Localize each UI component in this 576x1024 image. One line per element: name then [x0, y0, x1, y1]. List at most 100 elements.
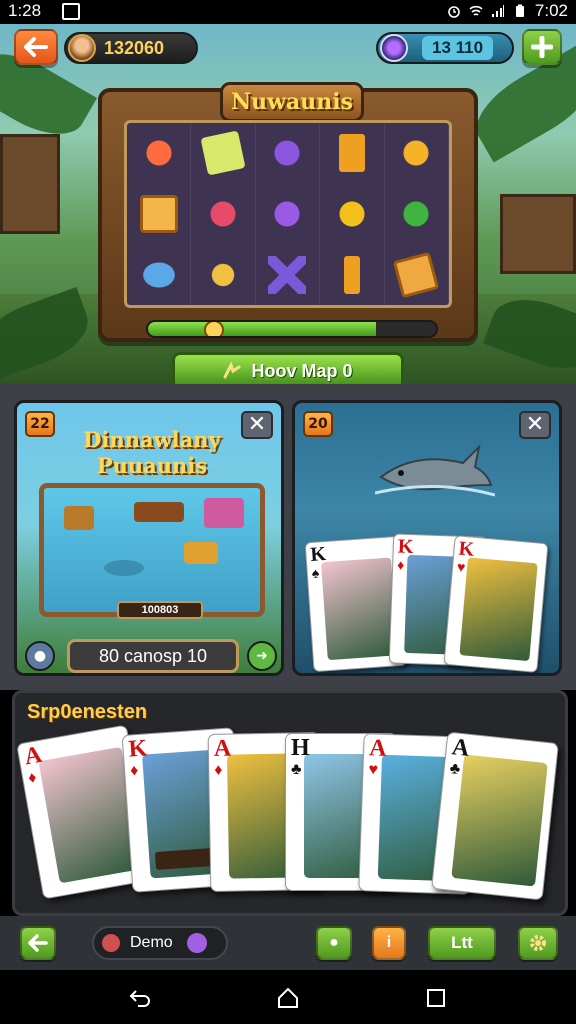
- card-rank: H ♣: [291, 735, 310, 781]
- card-suit: ♠: [311, 566, 320, 582]
- coin-counter: 132060: [64, 32, 198, 64]
- panel-title-line2: Puuaunis: [96, 453, 208, 478]
- pond: [104, 560, 144, 576]
- reel-symbol: [385, 183, 449, 245]
- level-badge: 22: [25, 411, 55, 437]
- map-button[interactable]: Hoov Map 0: [172, 352, 404, 384]
- card-rank-text: K: [309, 542, 327, 567]
- reel-symbol: [320, 123, 385, 184]
- playing-card[interactable]: K ♥: [443, 535, 549, 673]
- nav-recents-icon[interactable]: [424, 986, 448, 1010]
- reel-symbol: [191, 183, 256, 245]
- level-badge: 20: [303, 411, 333, 437]
- card-hand-panel: Srp0enesten A ♦ K ♦ A ♦ H ♣ A ♥ A ♣: [12, 690, 568, 916]
- play-button[interactable]: ➜: [247, 641, 277, 671]
- back-arrow-icon: [28, 934, 48, 952]
- card-rank: A ♦: [22, 742, 48, 790]
- nav-back-icon[interactable]: [128, 986, 152, 1010]
- signal-icon: [491, 5, 504, 17]
- back-button[interactable]: [14, 29, 58, 65]
- hint-button[interactable]: ●: [25, 641, 55, 671]
- slot-machine-title: Nuwaunis: [220, 82, 364, 122]
- reel-symbol: [385, 123, 449, 184]
- reel-symbol: [385, 244, 449, 305]
- status-time-left: 1:28: [8, 1, 42, 20]
- status-time-right: 7:02: [534, 1, 568, 20]
- gem-icon: [380, 34, 408, 62]
- card-rank: K ♦: [128, 735, 150, 782]
- plus-icon: [531, 36, 553, 58]
- panel-controls: ● 80 canosp 10 ➜: [23, 639, 279, 673]
- treasure-chest: [134, 502, 184, 522]
- progress-fill: [148, 322, 376, 336]
- card-suit: ♦: [396, 558, 405, 574]
- card-art: [321, 557, 398, 661]
- toolbar-back-button[interactable]: [20, 926, 56, 960]
- battery-icon: [515, 4, 524, 17]
- board-score: 100803: [117, 601, 203, 619]
- reel-grid[interactable]: [124, 120, 452, 308]
- reel-symbol: [256, 244, 321, 305]
- hint-button[interactable]: i: [372, 926, 406, 960]
- card-suit: ♥: [368, 761, 379, 779]
- card-rank-text: A: [213, 735, 232, 762]
- card-suit: ♥: [456, 560, 466, 577]
- card-rank-text: K: [397, 535, 414, 559]
- nav-home-icon[interactable]: [276, 986, 300, 1010]
- map-button-label: Hoov Map 0: [251, 360, 353, 381]
- bulb-icon: ●: [33, 648, 47, 664]
- mini-board: [39, 483, 265, 617]
- back-arrow-icon: [24, 37, 48, 57]
- card-rank: K ♠: [309, 542, 328, 585]
- alarm-icon: [448, 6, 460, 18]
- playing-card[interactable]: A ♣: [431, 731, 559, 901]
- reel-symbol: [256, 183, 321, 245]
- hut-right: [500, 194, 576, 274]
- card-rank: A ♦: [213, 735, 232, 782]
- progress-knob: [204, 322, 224, 336]
- chat-button[interactable]: ●: [316, 926, 352, 960]
- card-suit: ♦: [214, 761, 223, 779]
- arrow-icon: ➜: [256, 648, 268, 664]
- hut-left: [0, 134, 60, 234]
- reel-symbol: [127, 183, 192, 245]
- card-rank: K ♦: [396, 535, 414, 578]
- demo-pill[interactable]: Demo: [92, 926, 228, 960]
- status-icons: 7:02: [447, 1, 568, 21]
- navigation-bar: [0, 970, 576, 1024]
- wifi-icon: [469, 5, 483, 16]
- reel-symbol: [320, 183, 385, 245]
- avatar[interactable]: [68, 34, 96, 62]
- demo-label: Demo: [130, 934, 173, 951]
- card-suit: ♦: [129, 762, 139, 780]
- game-panels: 22 ✕ Dinnawlany Puuaunis 100803 ● 80 can: [0, 384, 576, 690]
- add-currency-button[interactable]: [522, 29, 562, 65]
- close-icon: ✕: [525, 412, 545, 437]
- card-rank-text: H: [291, 735, 310, 761]
- panel-search[interactable]: 80 canosp 10: [67, 639, 239, 673]
- gear-icon: [530, 935, 546, 951]
- reel-symbol: [256, 123, 321, 184]
- close-button[interactable]: ✕: [241, 411, 273, 439]
- coin-value: 132060: [104, 37, 165, 58]
- card-panel[interactable]: 20 ✕ K ♠ K ♦ K ♥: [292, 400, 562, 676]
- panel-title-line1: Dinnawlany: [83, 427, 221, 452]
- close-button[interactable]: ✕: [519, 411, 551, 439]
- reel-symbol: [191, 123, 256, 184]
- gift-box: [204, 498, 244, 528]
- chat-icon: ●: [329, 934, 339, 951]
- jungle-scene: 132060 13 110 Nuwaunis Hoov Map 0: [0, 24, 576, 384]
- bottom-toolbar: Demo ● i Ltt: [0, 916, 576, 970]
- notification-icon: [62, 3, 80, 20]
- slot-progress-bar: [146, 320, 438, 338]
- ltt-button[interactable]: Ltt: [428, 926, 496, 960]
- card-suit: ♣: [291, 761, 302, 778]
- game-screen: 1:28 7:02 132060 13 110 Nuwaunis Hoov Ma…: [0, 0, 576, 1024]
- reel-symbol: [320, 244, 385, 305]
- ltt-label: Ltt: [451, 933, 473, 952]
- settings-button[interactable]: [518, 926, 558, 960]
- puzzle-panel[interactable]: 22 ✕ Dinnawlany Puuaunis 100803 ● 80 can: [14, 400, 284, 676]
- gem-counter: 13 110: [376, 32, 514, 64]
- gold-stack: [184, 542, 218, 564]
- treasure-chest: [64, 506, 94, 530]
